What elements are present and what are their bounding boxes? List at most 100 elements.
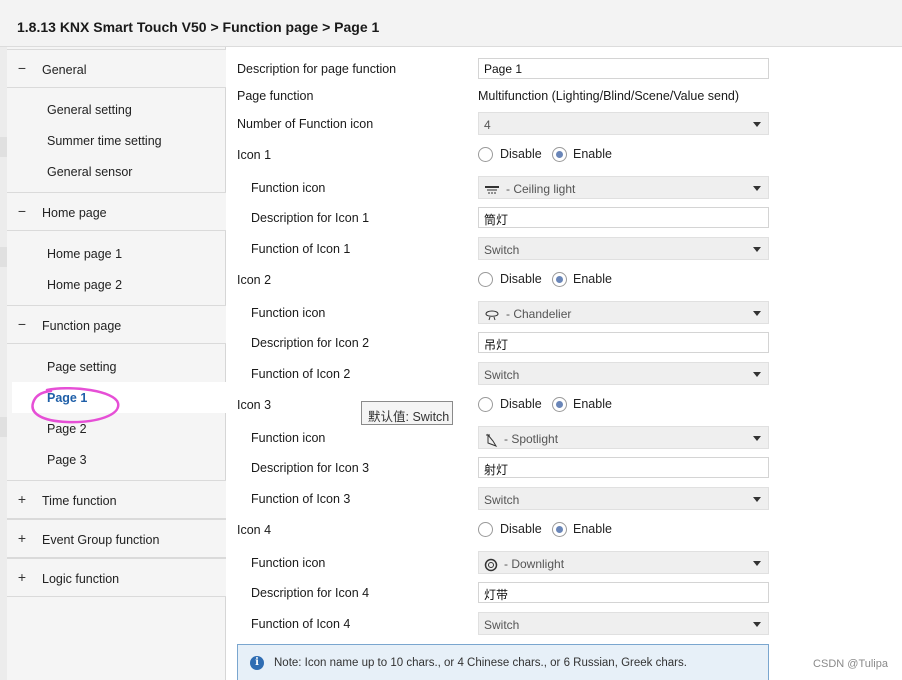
expand-icon[interactable]: + [16, 530, 28, 546]
sidebar-group-general[interactable]: − General [7, 49, 226, 88]
sidebar-item-page-3[interactable]: Page 3 [7, 444, 226, 475]
enable-radio[interactable] [552, 522, 567, 537]
expand-icon[interactable]: + [16, 569, 28, 585]
expand-icon[interactable]: + [16, 491, 28, 507]
enable-radio[interactable] [552, 272, 567, 287]
collapse-icon[interactable]: − [16, 60, 28, 76]
watermark: CSDN @Tulipa [813, 658, 888, 670]
sidebar-group-label: Function page [42, 319, 122, 333]
info-icon: i [250, 656, 264, 670]
dropdown-arrow-icon [753, 122, 761, 127]
sidebar-group-time-function[interactable]: + Time function [7, 480, 226, 519]
function-icon-label: Function icon [251, 556, 326, 570]
function-icon-label: Function icon [251, 306, 326, 320]
disable-radio-label: Disable [500, 147, 542, 161]
sidebar-group-function-page[interactable]: − Function page [7, 305, 226, 344]
icon-3-function-icon-select[interactable]: - Spotlight [478, 426, 769, 449]
icon-4-description-input[interactable]: 灯带 [478, 582, 769, 603]
app-window: 1.8.13 KNX Smart Touch V50 > Function pa… [0, 0, 902, 680]
icon-1-function-icon-select[interactable]: - Ceiling light [478, 176, 769, 199]
breadcrumb-title: 1.8.13 KNX Smart Touch V50 > Function pa… [17, 19, 380, 35]
enable-radio[interactable] [552, 397, 567, 412]
left-edge-strip [0, 47, 7, 680]
select-value: - Ceiling light [506, 182, 576, 196]
description-label: Description for page function [237, 62, 397, 76]
description-input[interactable]: Page 1 [478, 58, 769, 79]
icon-2-description-input[interactable]: 吊灯 [478, 332, 769, 353]
sidebar-group-label: Event Group function [42, 533, 160, 547]
dropdown-arrow-icon [753, 311, 761, 316]
select-value: 4 [484, 118, 491, 132]
disable-radio-label: Disable [500, 522, 542, 536]
icon-3-function-select[interactable]: Switch [478, 487, 769, 510]
disable-radio-label: Disable [500, 397, 542, 411]
sidebar-item-general-setting[interactable]: General setting [7, 94, 226, 125]
function-icon-label: Function icon [251, 431, 326, 445]
icon-1-function-select[interactable]: Switch [478, 237, 769, 260]
number-icon-label: Number of Function icon [237, 117, 374, 131]
sidebar-item-label: Page 2 [47, 422, 87, 436]
sidebar-item-page-2[interactable]: Page 2 [7, 413, 226, 444]
icon-1-description-input[interactable]: 筒灯 [478, 207, 769, 228]
downlight-icon [484, 558, 498, 572]
sidebar-group-logic-function[interactable]: + Logic function [7, 558, 226, 597]
dropdown-arrow-icon [753, 372, 761, 377]
icon-4-function-select[interactable]: Switch [478, 612, 769, 635]
parameter-panel: Description for page function Page 1 Pag… [227, 47, 902, 680]
sidebar-item-summer-time-setting[interactable]: Summer time setting [7, 125, 226, 156]
icon-3-label: Icon 3 [237, 398, 272, 412]
sidebar-item-label: General sensor [47, 165, 133, 179]
sidebar-item-page-setting[interactable]: Page setting [7, 351, 226, 382]
strip-notch [0, 247, 7, 267]
dropdown-arrow-icon [753, 561, 761, 566]
sidebar-item-label: Home page 2 [47, 278, 123, 292]
sidebar-item-general-sensor[interactable]: General sensor [7, 156, 226, 187]
select-value: Switch [484, 618, 520, 632]
sidebar-item-label: Page setting [47, 360, 117, 374]
sidebar-item-home-page-2[interactable]: Home page 2 [7, 269, 226, 300]
icon-2-function-icon-select[interactable]: - Chandelier [478, 301, 769, 324]
dropdown-arrow-icon [753, 186, 761, 191]
enable-radio[interactable] [552, 147, 567, 162]
icon-4-label: Icon 4 [237, 523, 272, 537]
select-value: - Chandelier [506, 307, 572, 321]
select-value: - Downlight [504, 557, 565, 571]
enable-radio-label: Enable [573, 522, 612, 536]
sidebar-item-label: Home page 1 [47, 247, 123, 261]
sidebar-item-label: Page 3 [47, 453, 87, 467]
enable-radio-label: Enable [573, 397, 612, 411]
spotlight-icon [486, 433, 498, 447]
sidebar-group-event-group-function[interactable]: + Event Group function [7, 519, 226, 558]
disable-radio[interactable] [478, 272, 493, 287]
icon-4-function-icon-select[interactable]: - Downlight [478, 551, 769, 574]
collapse-icon[interactable]: − [16, 203, 28, 219]
page-function-label: Page function [237, 89, 314, 103]
enable-radio-label: Enable [573, 147, 612, 161]
collapse-icon[interactable]: − [16, 316, 28, 332]
sidebar-group-home-page[interactable]: − Home page [7, 192, 226, 231]
icon-3-description-label: Description for Icon 3 [251, 461, 370, 475]
sidebar-group-label: Logic function [42, 572, 120, 586]
strip-notch [0, 137, 7, 157]
note-text: Note: Icon name up to 10 chars., or 4 Ch… [274, 657, 687, 669]
sidebar: − General General setting Summer time se… [7, 47, 227, 680]
chandelier-icon [485, 310, 499, 320]
dropdown-arrow-icon [753, 436, 761, 441]
dropdown-arrow-icon [753, 497, 761, 502]
number-icon-select[interactable]: 4 [478, 112, 769, 135]
sidebar-item-page-1[interactable]: Page 1 [12, 382, 227, 424]
icon-3-description-input[interactable]: 射灯 [478, 457, 769, 478]
sidebar-item-label: Page 1 [47, 391, 88, 405]
sidebar-item-home-page-1[interactable]: Home page 1 [7, 238, 226, 269]
disable-radio[interactable] [478, 397, 493, 412]
icon-2-function-select[interactable]: Switch [478, 362, 769, 385]
select-value: Switch [484, 493, 520, 507]
sidebar-group-label: Time function [42, 494, 117, 508]
icon-1-function-label: Function of Icon 1 [251, 242, 351, 256]
disable-radio[interactable] [478, 522, 493, 537]
disable-radio[interactable] [478, 147, 493, 162]
note-box: i Note: Icon name up to 10 chars., or 4 … [237, 644, 769, 680]
icon-1-label: Icon 1 [237, 148, 272, 162]
icon-3-function-label: Function of Icon 3 [251, 492, 351, 506]
disable-radio-label: Disable [500, 272, 542, 286]
